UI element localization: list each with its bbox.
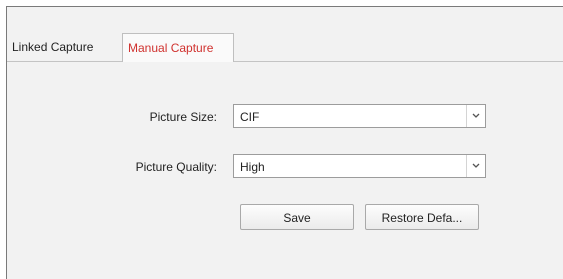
chevron-down-icon — [472, 113, 480, 118]
picture-quality-select[interactable]: High — [233, 154, 486, 178]
manual-capture-content: Picture Size: CIF Picture Quality: High … — [7, 62, 563, 279]
restore-defaults-button[interactable]: Restore Defa... — [365, 204, 479, 230]
picture-size-label: Picture Size: — [149, 110, 217, 124]
capture-panel: Linked Capture Manual Capture Picture Si… — [6, 6, 563, 279]
picture-quality-label: Picture Quality: — [135, 160, 217, 174]
save-button[interactable]: Save — [240, 204, 354, 230]
tab-manual-capture[interactable]: Manual Capture — [122, 33, 234, 62]
picture-quality-value: High — [240, 160, 265, 174]
picture-quality-dropdown-button[interactable] — [466, 155, 485, 177]
tab-linked-capture[interactable]: Linked Capture — [7, 33, 124, 62]
picture-size-select[interactable]: CIF — [233, 104, 486, 128]
picture-size-value: CIF — [240, 110, 260, 124]
tab-bar: Linked Capture Manual Capture — [7, 7, 563, 62]
picture-size-dropdown-button[interactable] — [466, 105, 485, 127]
chevron-down-icon — [472, 163, 480, 168]
